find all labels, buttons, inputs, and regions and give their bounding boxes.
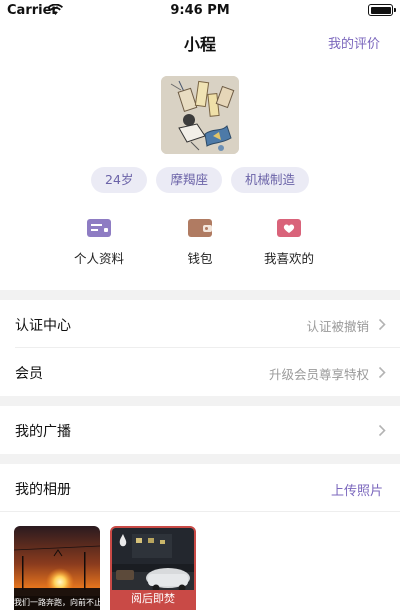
section-divider xyxy=(0,396,400,406)
broadcast-label: 我的广播 xyxy=(15,424,71,440)
battery-icon xyxy=(368,4,396,16)
profile-tags: 24岁 摩羯座 机械制造 xyxy=(0,167,400,193)
wallet-label: 钱包 xyxy=(187,251,213,266)
album-title: 我的相册 xyxy=(15,482,71,498)
album-header: 我的相册 上传照片 xyxy=(0,464,400,512)
occupation-tag: 机械制造 xyxy=(230,167,309,193)
certification-status: 认证被撤销 xyxy=(306,319,369,334)
certification-label: 认证中心 xyxy=(15,318,71,334)
zodiac-tag: 摩羯座 xyxy=(156,167,222,193)
status-bar: Carrier 9:46 PM xyxy=(0,0,400,22)
profile-info-button[interactable]: 个人资料 xyxy=(54,218,144,267)
certification-center-row[interactable]: 认证中心 认证被撤销 xyxy=(0,300,400,348)
section-divider xyxy=(0,454,400,464)
album-photo[interactable]: 我们一路奔跑，向前不止 xyxy=(14,526,100,610)
membership-promo: 升级会员尊享特权 xyxy=(268,367,369,382)
avatar-image xyxy=(161,76,239,154)
photo-caption: 我们一路奔跑，向前不止 xyxy=(14,596,100,610)
membership-label: 会员 xyxy=(15,366,43,382)
favorites-label: 我喜欢的 xyxy=(263,251,314,266)
wallet-icon xyxy=(188,219,212,237)
membership-row[interactable]: 会员 升级会员尊享特权 xyxy=(0,348,400,396)
chevron-right-icon xyxy=(378,424,386,437)
burn-after-reading-photo[interactable]: 阅后即焚 xyxy=(110,526,196,610)
row-separator xyxy=(0,511,400,512)
chevron-right-icon xyxy=(378,318,386,331)
profile-info-label: 个人资料 xyxy=(73,251,124,266)
wallet-button[interactable]: 钱包 xyxy=(155,218,245,267)
avatar[interactable] xyxy=(161,76,239,154)
my-reviews-link[interactable]: 我的评价 xyxy=(328,33,380,52)
profile-card-icon xyxy=(87,219,111,237)
my-broadcast-row[interactable]: 我的广播 xyxy=(0,406,400,454)
favorites-button[interactable]: 我喜欢的 xyxy=(244,218,334,267)
burn-after-reading-label: 阅后即焚 xyxy=(112,590,194,608)
status-time: 9:46 PM xyxy=(170,3,230,18)
heart-icon xyxy=(277,219,301,237)
age-tag: 24岁 xyxy=(91,167,148,193)
upload-photo-button[interactable]: 上传照片 xyxy=(331,480,383,499)
chevron-right-icon xyxy=(378,366,386,379)
section-divider xyxy=(0,290,400,300)
